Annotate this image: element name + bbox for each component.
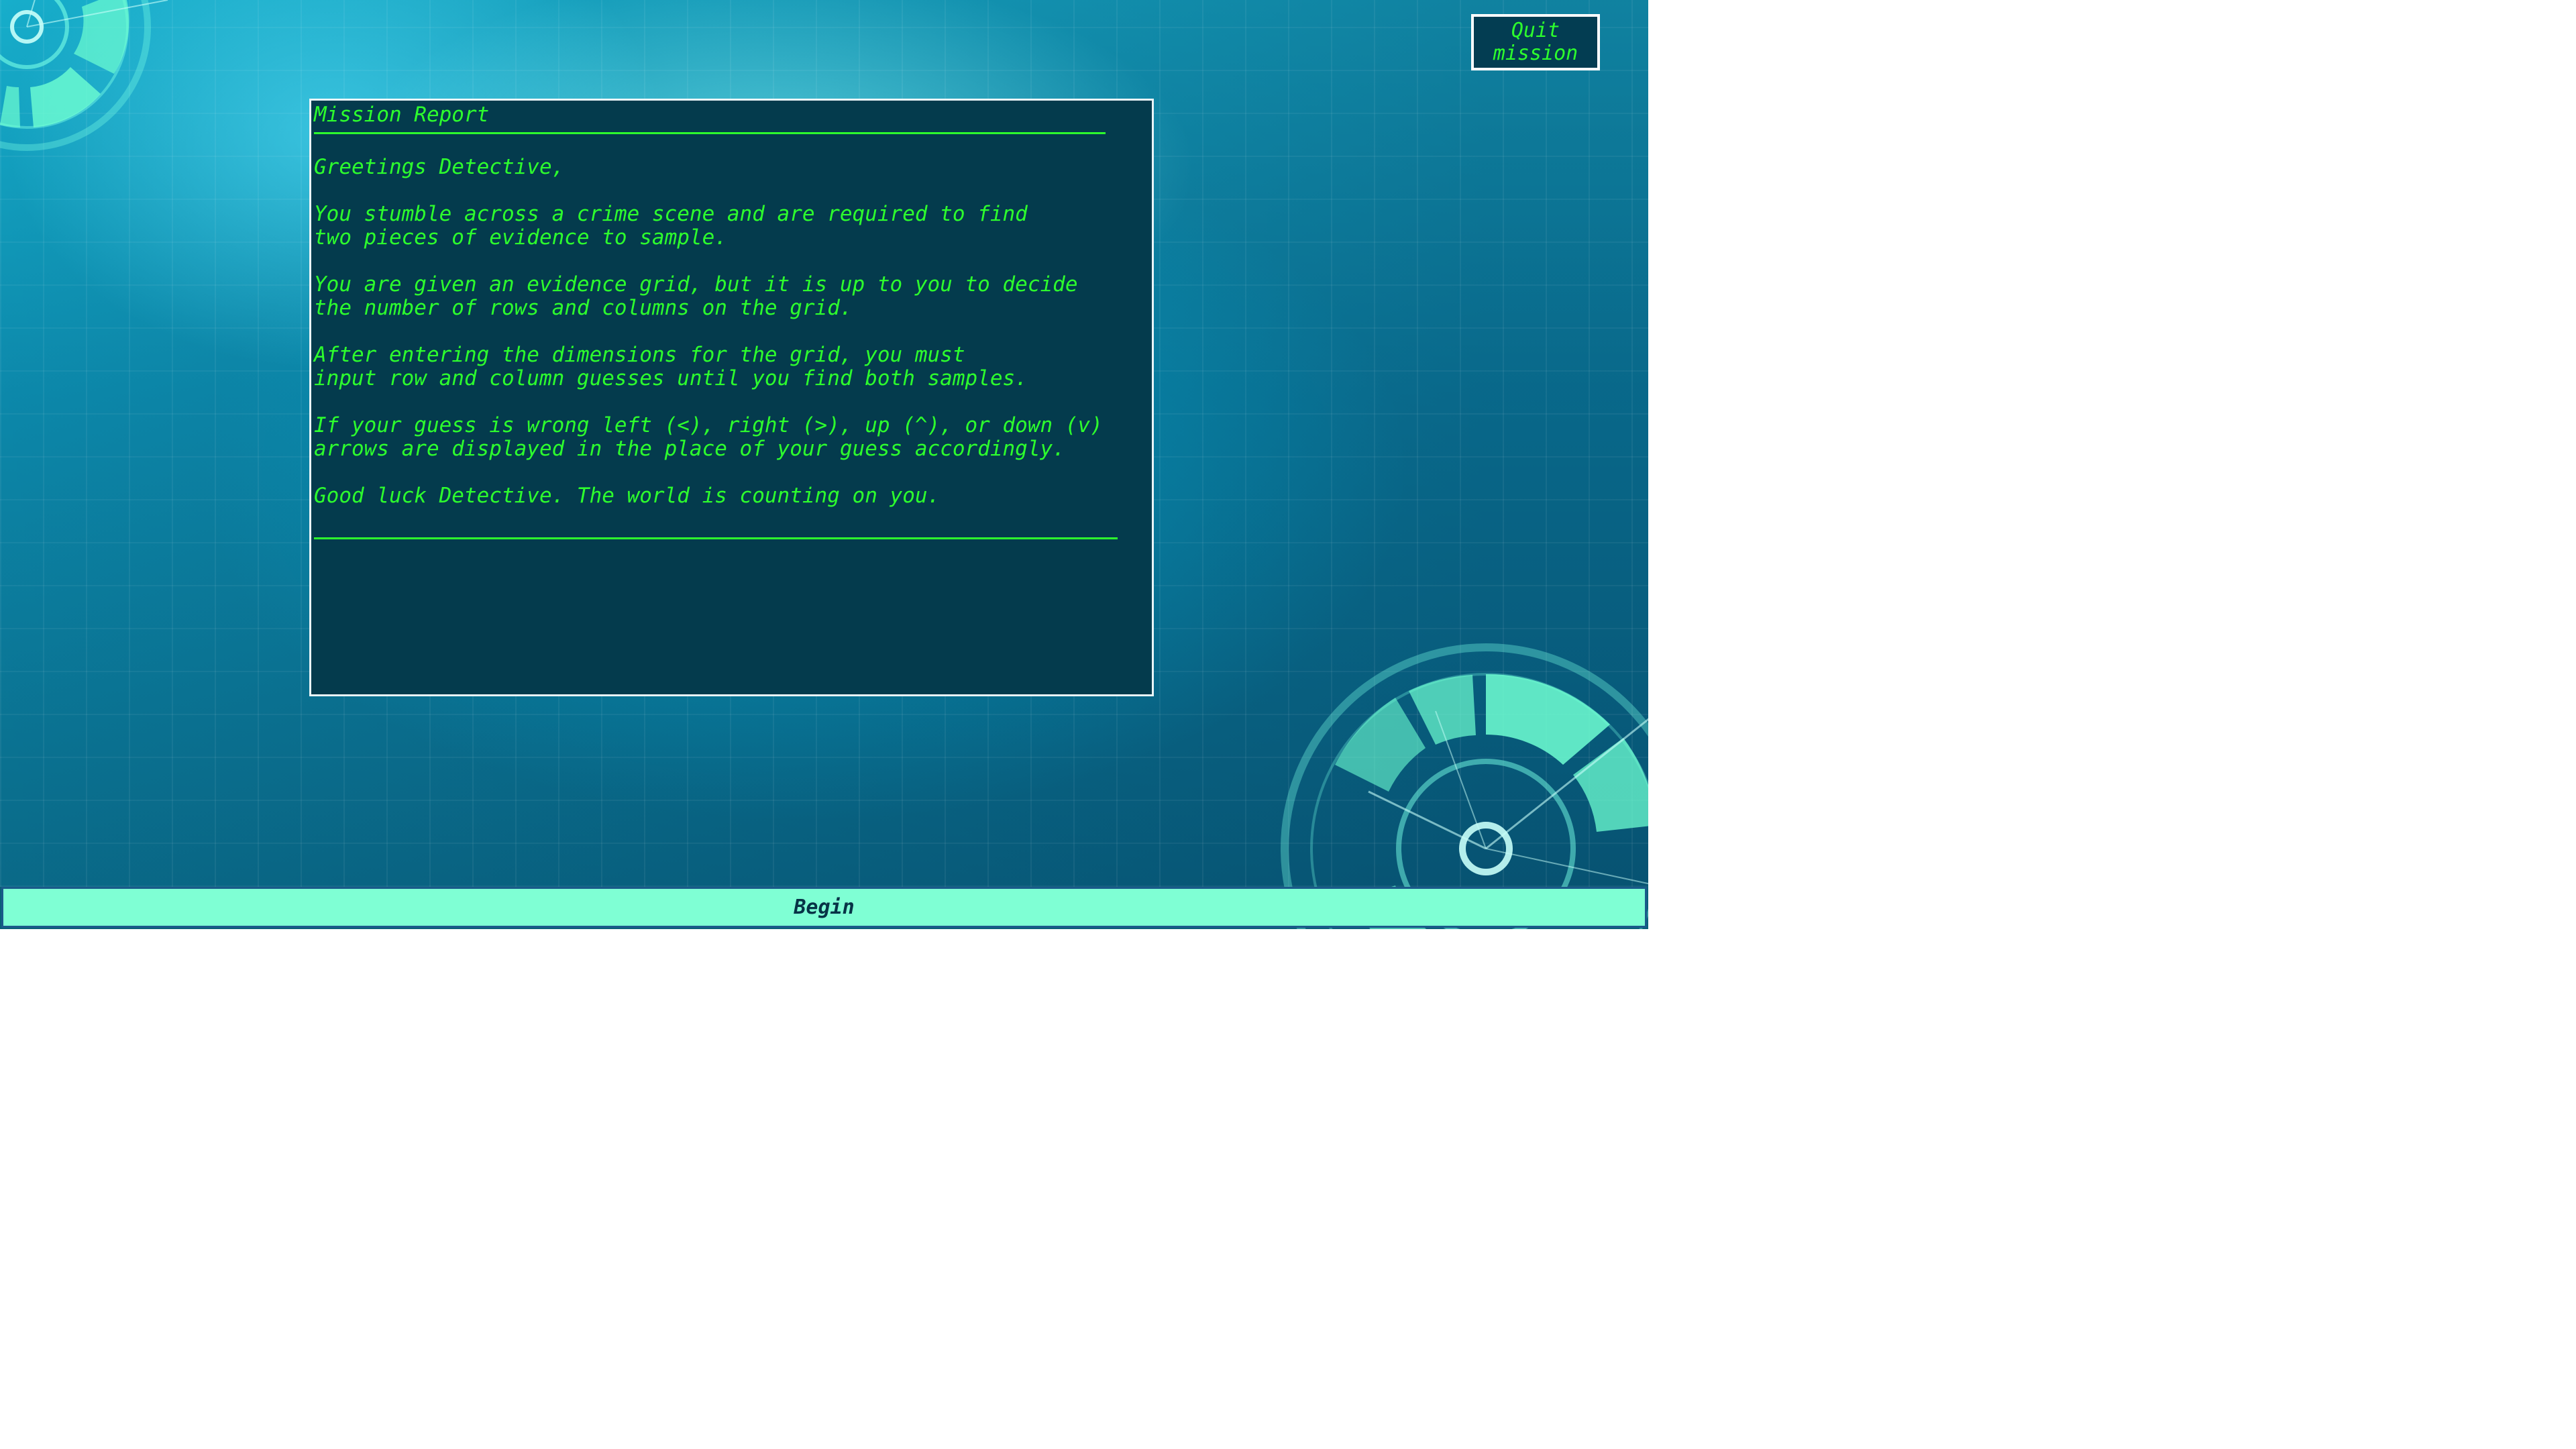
report-paragraph: Good luck Detective. The world is counti… (314, 484, 941, 508)
game-screen: Quit mission Mission Report Greetings De… (0, 0, 1648, 929)
report-paragraph: After entering the dimensions for the gr… (314, 343, 1028, 390)
divider (314, 132, 1106, 134)
begin-button[interactable]: Begin (1, 887, 1647, 928)
report-paragraph: If your guess is wrong left (<), right (… (314, 413, 1103, 461)
report-paragraph: Greetings Detective, (314, 155, 565, 179)
hud-dial-decoration (1281, 643, 1648, 929)
mission-report-title: Mission Report (314, 103, 490, 127)
quit-mission-button[interactable]: Quit mission (1471, 14, 1600, 70)
report-paragraph: You stumble across a crime scene and are… (314, 202, 1028, 250)
report-paragraph: You are given an evidence grid, but it i… (314, 272, 1078, 320)
hud-dial-decoration (0, 0, 168, 151)
mission-report-panel: Mission Report Greetings Detective, You … (309, 99, 1154, 696)
divider (314, 537, 1118, 539)
